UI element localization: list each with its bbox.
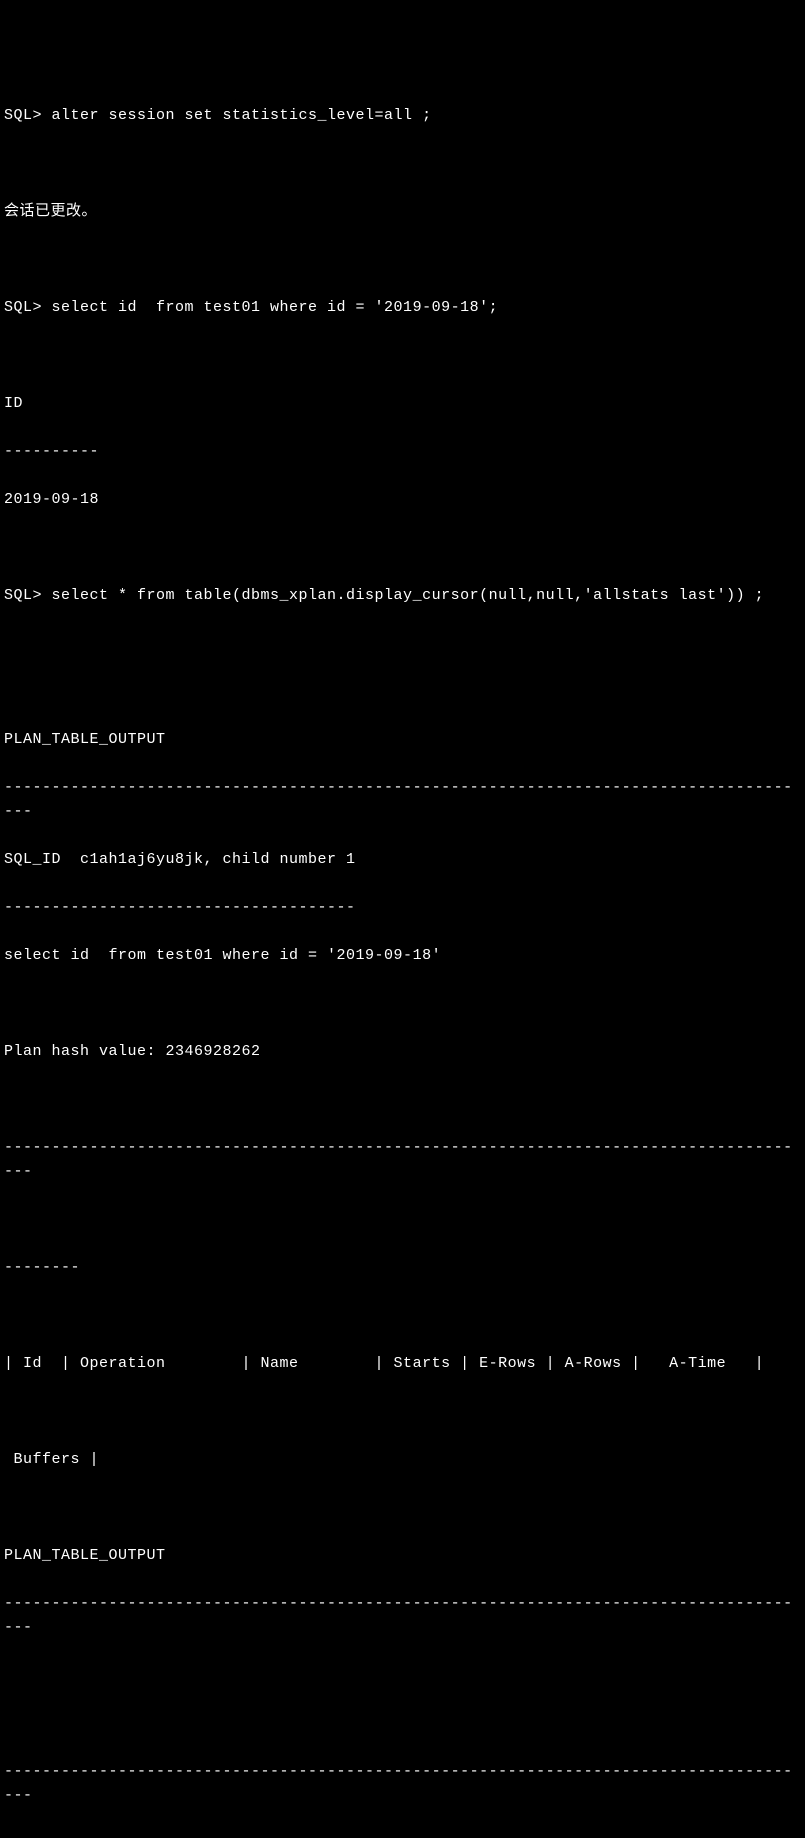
divider-line-long: ----------------------------------------… xyxy=(4,776,801,824)
sql-id-line: SQL_ID c1ah1aj6yu8jk, child number 1 xyxy=(4,848,801,872)
sql-command-select-id: SQL> select id from test01 where id = '2… xyxy=(4,296,801,320)
blank-line xyxy=(4,1304,801,1328)
result-value: 2019-09-18 xyxy=(4,488,801,512)
blank-line xyxy=(4,1712,801,1736)
sql-command-alter-session: SQL> alter session set statistics_level=… xyxy=(4,104,801,128)
blank-line xyxy=(4,1496,801,1520)
blank-line xyxy=(4,680,801,704)
blank-line xyxy=(4,152,801,176)
blank-line xyxy=(4,1664,801,1688)
blank-line xyxy=(4,344,801,368)
blank-line xyxy=(4,248,801,272)
blank-line xyxy=(4,536,801,560)
divider-line-long: ----------------------------------------… xyxy=(4,1592,801,1640)
plan-table-output-header: PLAN_TABLE_OUTPUT xyxy=(4,1544,801,1568)
divider-continuation: -------- xyxy=(4,1256,801,1280)
blank-line xyxy=(4,1832,801,1838)
plan-table-output-header: PLAN_TABLE_OUTPUT xyxy=(4,728,801,752)
blank-line xyxy=(4,1088,801,1112)
blank-line xyxy=(4,992,801,1016)
divider-line-medium: ------------------------------------- xyxy=(4,896,801,920)
query-echo: select id from test01 where id = '2019-0… xyxy=(4,944,801,968)
session-altered-message: 会话已更改。 xyxy=(4,200,801,224)
column-header-id: ID xyxy=(4,392,801,416)
divider-line-long: ----------------------------------------… xyxy=(4,1136,801,1184)
plan-hash-value: Plan hash value: 2346928262 xyxy=(4,1040,801,1064)
blank-line xyxy=(4,1400,801,1424)
sql-command-display-cursor: SQL> select * from table(dbms_xplan.disp… xyxy=(4,584,801,608)
plan-table-header-buffers: Buffers | xyxy=(4,1448,801,1472)
blank-line xyxy=(4,1208,801,1232)
divider-line: ---------- xyxy=(4,440,801,464)
blank-line xyxy=(4,632,801,656)
plan-table-header-row: | Id | Operation | Name | Starts | E-Row… xyxy=(4,1352,801,1376)
divider-line-long: ----------------------------------------… xyxy=(4,1760,801,1808)
